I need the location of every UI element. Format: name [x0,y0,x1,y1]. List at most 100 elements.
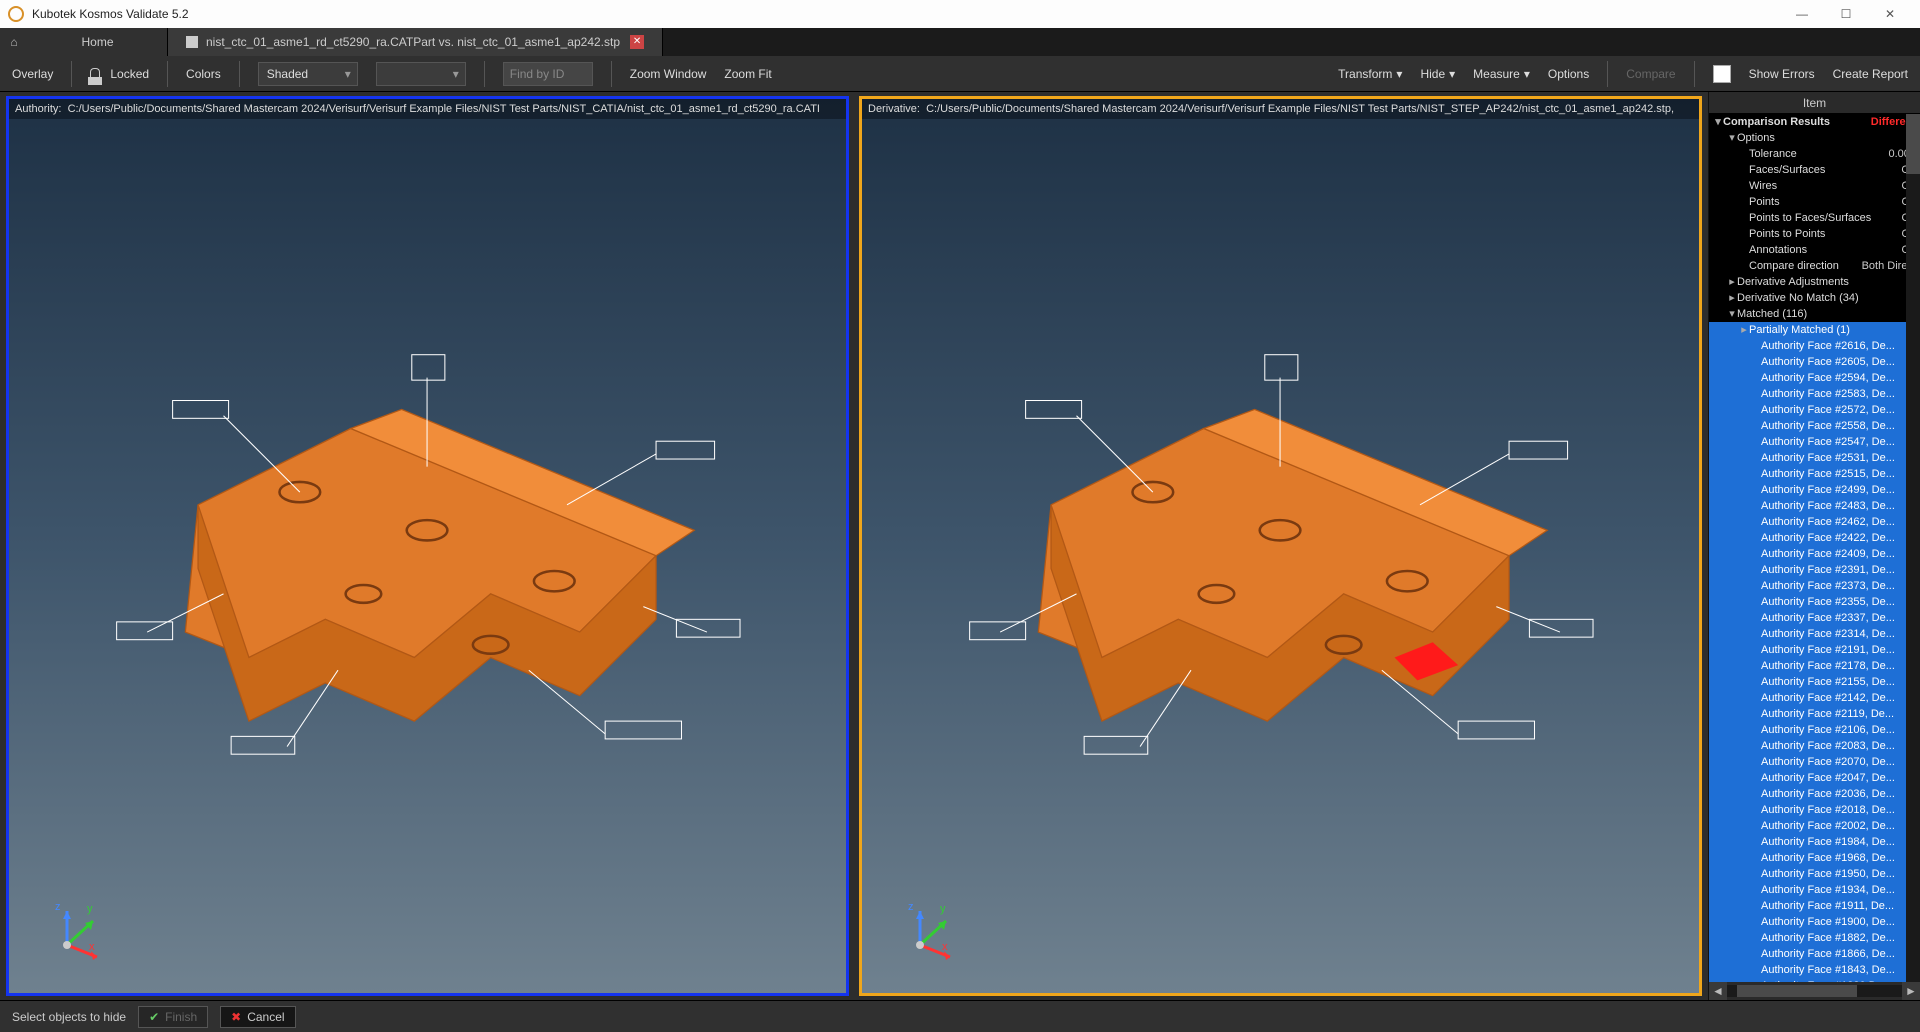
tree-row[interactable]: Points to PointsOff [1709,226,1920,242]
tree-row[interactable]: Authority Face #1984, De... [1709,834,1920,850]
viewport-area: Authority: C:/Users/Public/Documents/Sha… [0,92,1708,1000]
tree-row[interactable]: Authority Face #2547, De... [1709,434,1920,450]
tree-row[interactable]: ▸Partially Matched (1) [1709,322,1920,338]
hide-menu[interactable]: Hide▾ [1420,67,1455,81]
transform-menu[interactable]: Transform▾ [1338,67,1402,81]
tree-row[interactable]: Authority Face #2070, De... [1709,754,1920,770]
tree-row[interactable]: PointsOff [1709,194,1920,210]
tree-row[interactable]: Authority Face #2119, De... [1709,706,1920,722]
scroll-left-button[interactable]: ◄ [1709,982,1727,1000]
colors-button[interactable]: Colors [186,67,221,81]
window-maximize-button[interactable]: ☐ [1824,0,1868,28]
tab-comparison[interactable]: nist_ctc_01_asme1_rd_ct5290_ra.CATPart v… [168,28,663,56]
axis-z-label: z [55,901,61,913]
shading-dropdown[interactable]: Shaded [258,62,358,86]
tree-row[interactable]: WiresOff [1709,178,1920,194]
viewport-derivative[interactable]: Derivative: C:/Users/Public/Documents/Sh… [859,96,1702,996]
measure-menu[interactable]: Measure▾ [1473,67,1530,81]
tree-row[interactable]: Authority Face #2142, De... [1709,690,1920,706]
tree-row[interactable]: Authority Face #1934, De... [1709,882,1920,898]
tree-row[interactable]: Authority Face #2036, De... [1709,786,1920,802]
tree-row[interactable]: ▸Derivative Adjustments [1709,274,1920,290]
tree-row[interactable]: ▾Comparison ResultsDifferent [1709,114,1920,130]
tree-row[interactable]: Authority Face #1900, De... [1709,914,1920,930]
results-horizontal-scrollbar[interactable]: ◄ ► [1709,982,1920,1000]
tree-row-label: Authority Face #2605, De... [1761,355,1916,369]
finish-button[interactable]: ✔ Finish [138,1006,208,1028]
secondary-dropdown[interactable] [376,62,466,86]
tree-row[interactable]: Authority Face #2391, De... [1709,562,1920,578]
viewport-derivative-body[interactable]: x y z [862,119,1699,993]
scrollbar-thumb[interactable] [1737,985,1857,997]
tree-row[interactable]: Authority Face #2083, De... [1709,738,1920,754]
tree-row[interactable]: Authority Face #2616, De... [1709,338,1920,354]
tree-row[interactable]: Authority Face #2583, De... [1709,386,1920,402]
tree-row[interactable]: Authority Face #2047, De... [1709,770,1920,786]
tree-row[interactable]: Authority Face #2337, De... [1709,610,1920,626]
tree-row[interactable]: Authority Face #2558, De... [1709,418,1920,434]
tree-row[interactable]: Authority Face #2178, De... [1709,658,1920,674]
zoom-fit-button[interactable]: Zoom Fit [724,67,771,81]
error-color-swatch[interactable] [1713,65,1731,83]
tree-row[interactable]: Authority Face #2531, De... [1709,450,1920,466]
tree-row[interactable]: Authority Face #2605, De... [1709,354,1920,370]
tree-row[interactable]: ▾Matched (116) [1709,306,1920,322]
results-tree-scroll[interactable]: ▾Comparison ResultsDifferent▾OptionsTole… [1709,114,1920,982]
tree-row[interactable]: Authority Face #2355, De... [1709,594,1920,610]
tree-row[interactable]: Compare directionBoth Direct [1709,258,1920,274]
tree-row[interactable]: Authority Face #2018, De... [1709,802,1920,818]
window-close-button[interactable]: ✕ [1868,0,1912,28]
tree-row[interactable]: Authority Face #2155, De... [1709,674,1920,690]
tree-row[interactable]: Authority Face #2409, De... [1709,546,1920,562]
overlay-button[interactable]: Overlay [12,67,53,81]
compare-button[interactable]: Compare [1626,67,1675,81]
tree-row[interactable]: Tolerance0.001 [1709,146,1920,162]
tree-row[interactable]: Authority Face #2572, De... [1709,402,1920,418]
tree-row[interactable]: Authority Face #1830 De [1709,978,1920,982]
tree-row[interactable]: Authority Face #1843, De... [1709,962,1920,978]
tree-row[interactable]: Points to Faces/SurfacesOff [1709,210,1920,226]
tree-row[interactable]: Authority Face #2515, De... [1709,466,1920,482]
tree-row[interactable]: Authority Face #2002, De... [1709,818,1920,834]
tree-row[interactable]: ▸Derivative No Match (34) [1709,290,1920,306]
scroll-track[interactable] [1727,985,1902,997]
tab-close-button[interactable]: ✕ [630,35,644,49]
tree-row[interactable]: ▾Options [1709,130,1920,146]
tree-row[interactable]: Faces/SurfacesOn [1709,162,1920,178]
locked-toggle[interactable]: Locked [90,67,149,81]
tree-arrow-icon: ▾ [1713,115,1723,129]
tree-row-label: Authority Face #1830 De [1761,979,1916,982]
scroll-right-button[interactable]: ► [1902,982,1920,1000]
tree-row[interactable]: Authority Face #2191, De... [1709,642,1920,658]
tree-row[interactable]: Authority Face #2499, De... [1709,482,1920,498]
tree-row[interactable]: Authority Face #1911, De... [1709,898,1920,914]
create-report-button[interactable]: Create Report [1833,67,1908,81]
tab-home[interactable]: Home [28,28,168,56]
viewport-authority-body[interactable]: x y z [9,119,846,993]
viewport-authority[interactable]: Authority: C:/Users/Public/Documents/Sha… [6,96,849,996]
check-icon: ✔ [149,1010,159,1024]
tree-arrow-icon: ▸ [1727,275,1737,289]
derivative-model [962,311,1598,800]
tree-row[interactable]: AnnotationsOff [1709,242,1920,258]
tree-row[interactable]: Authority Face #2594, De... [1709,370,1920,386]
tree-row[interactable]: Authority Face #2462, De... [1709,514,1920,530]
zoom-window-button[interactable]: Zoom Window [630,67,707,81]
show-errors-button[interactable]: Show Errors [1749,67,1815,81]
tree-row[interactable]: Authority Face #1882, De... [1709,930,1920,946]
scrollbar-thumb[interactable] [1906,114,1920,174]
window-minimize-button[interactable]: — [1780,0,1824,28]
tree-row[interactable]: Authority Face #2106, De... [1709,722,1920,738]
find-by-id-input[interactable]: Find by ID [503,62,593,86]
tree-row[interactable]: Authority Face #1950, De... [1709,866,1920,882]
tree-row[interactable]: Authority Face #2314, De... [1709,626,1920,642]
home-icon-button[interactable]: ⌂ [0,28,28,56]
options-button[interactable]: Options [1548,67,1589,81]
tree-row[interactable]: Authority Face #2483, De... [1709,498,1920,514]
tree-row[interactable]: Authority Face #1968, De... [1709,850,1920,866]
tree-row[interactable]: Authority Face #2422, De... [1709,530,1920,546]
tree-row[interactable]: Authority Face #1866, De... [1709,946,1920,962]
tree-row[interactable]: Authority Face #2373, De... [1709,578,1920,594]
cancel-button[interactable]: ✖ Cancel [220,1006,295,1028]
results-vertical-scrollbar[interactable] [1906,114,1920,982]
